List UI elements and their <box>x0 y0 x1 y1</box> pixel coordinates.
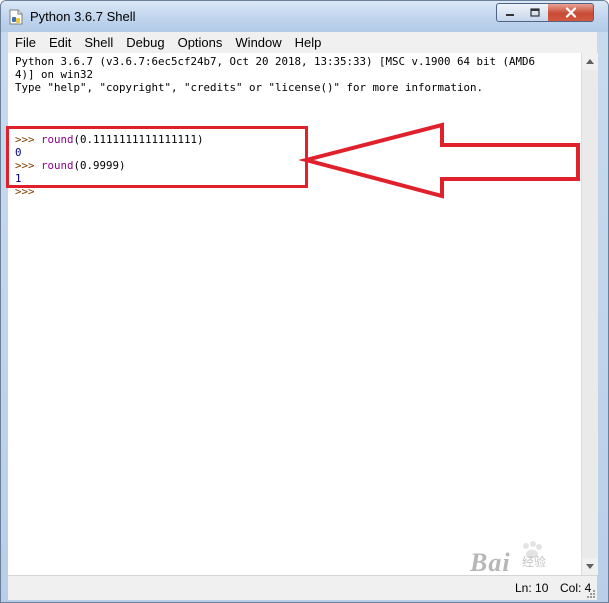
paw-watermark-icon <box>523 541 542 559</box>
menu-window[interactable]: Window <box>228 32 287 53</box>
minimize-button[interactable] <box>496 3 523 22</box>
menu-options[interactable]: Options <box>171 32 229 53</box>
banner-line: Type "help", "copyright", "credits" or "… <box>15 81 484 94</box>
menu-edit[interactable]: Edit <box>42 32 77 53</box>
close-button[interactable] <box>548 3 594 22</box>
chevron-up-icon <box>586 59 594 64</box>
maximize-button[interactable] <box>522 3 549 22</box>
scroll-down-button[interactable] <box>582 558 598 575</box>
minimize-icon <box>505 13 514 16</box>
title-bar[interactable]: Python 3.6.7 Shell <box>1 1 608 32</box>
menu-file[interactable]: File <box>8 32 42 53</box>
maximize-icon <box>530 8 540 17</box>
banner-line: 4)] on win32 <box>15 68 94 81</box>
menu-bar: File Edit Shell Debug Options Window Hel… <box>8 32 597 54</box>
python-idle-icon <box>9 9 23 25</box>
annotation-arrow-icon <box>298 122 580 199</box>
line-number-indicator: Ln: 10 <box>515 581 549 595</box>
close-icon <box>565 7 576 18</box>
resize-grip-icon[interactable] <box>585 588 595 598</box>
menu-help[interactable]: Help <box>288 32 328 53</box>
chevron-down-icon <box>586 564 594 569</box>
banner-line: Python 3.6.7 (v3.6.7:6ec5cf24b7, Oct 20 … <box>15 55 536 68</box>
annotation-highlight-box <box>6 126 308 188</box>
scroll-up-button[interactable] <box>582 53 598 70</box>
menu-shell[interactable]: Shell <box>77 32 119 53</box>
idle-shell-window: Python 3.6.7 Shell File Edit Shell Debug… <box>0 0 609 603</box>
status-bar: Ln: 10 Col: 4 <box>8 575 597 600</box>
menu-debug[interactable]: Debug <box>119 32 170 53</box>
window-title: Python 3.6.7 Shell <box>30 9 136 24</box>
